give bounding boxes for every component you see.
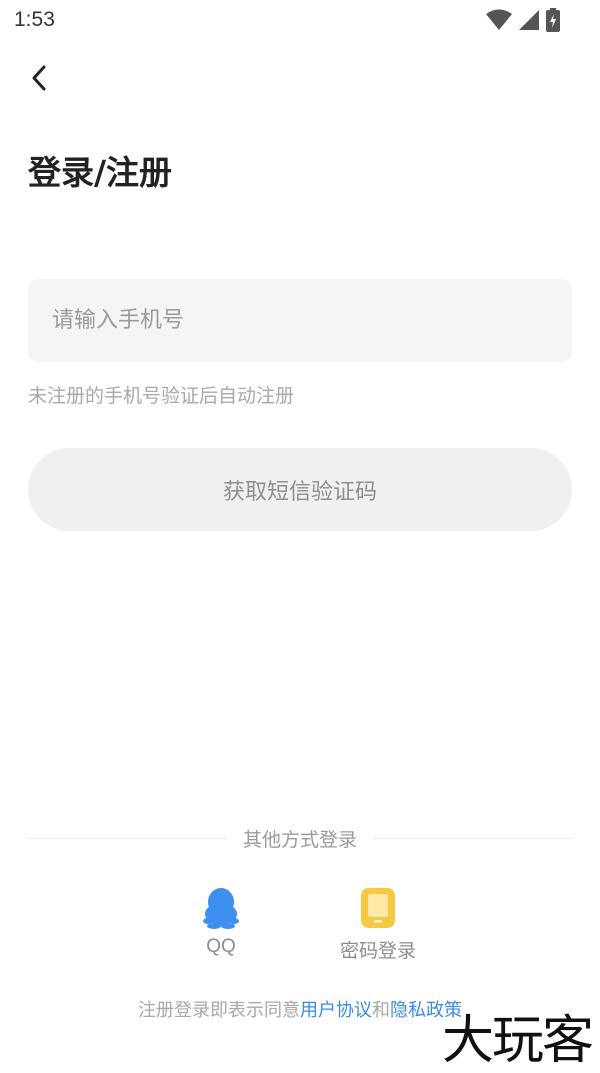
tablet-icon bbox=[356, 886, 400, 930]
user-agreement-link[interactable]: 用户协议 bbox=[300, 1000, 372, 1021]
get-sms-code-button[interactable]: 获取短信验证码 bbox=[28, 448, 572, 531]
register-hint: 未注册的手机号验证后自动注册 bbox=[28, 385, 295, 407]
agreement-prefix: 注册登录即表示同意 bbox=[138, 1000, 300, 1021]
page-title: 登录/注册 bbox=[28, 153, 173, 192]
password-login-label: 密码登录 bbox=[339, 941, 416, 962]
wifi-icon bbox=[486, 9, 512, 35]
qq-penguin-icon bbox=[199, 886, 243, 930]
qq-login-label: QQ bbox=[206, 936, 236, 957]
divider-line-right bbox=[373, 837, 573, 839]
back-button[interactable] bbox=[24, 60, 60, 96]
qq-login-button[interactable]: QQ bbox=[161, 886, 281, 958]
divider-line-left bbox=[28, 837, 227, 839]
other-login-label: 其他方式登录 bbox=[243, 828, 358, 851]
agreement-conjunction: 和 bbox=[372, 1000, 390, 1021]
cellular-signal-icon bbox=[518, 9, 540, 35]
other-login-divider: 其他方式登录 bbox=[28, 824, 573, 852]
watermark-logo: 大玩客 bbox=[441, 1011, 594, 1071]
status-icons bbox=[486, 8, 560, 36]
status-time: 1:53 bbox=[14, 8, 55, 31]
password-login-button[interactable]: 密码登录 bbox=[318, 886, 438, 963]
battery-icon bbox=[546, 8, 560, 36]
chevron-left-icon bbox=[24, 65, 60, 100]
status-bar: 1:53 bbox=[0, 0, 600, 44]
phone-number-input[interactable] bbox=[28, 279, 572, 362]
